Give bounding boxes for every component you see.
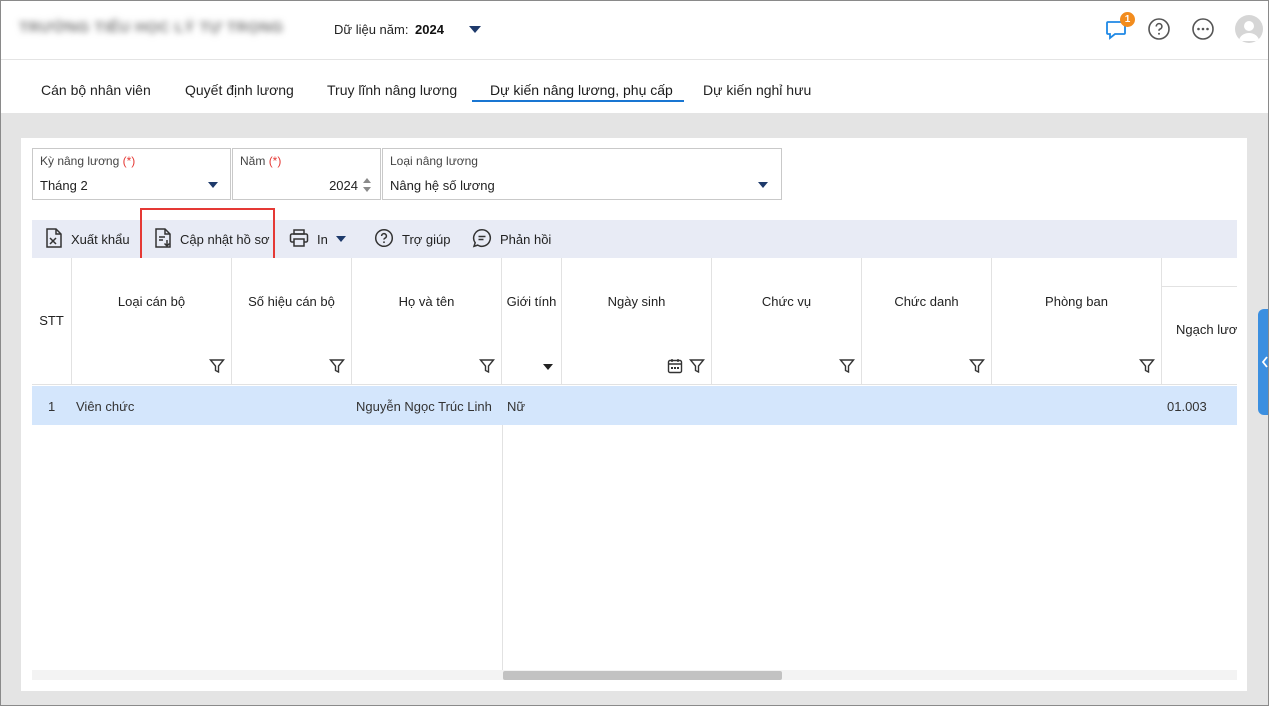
feedback-label: Phản hồi bbox=[500, 231, 552, 247]
period-value: Tháng 2 bbox=[40, 178, 88, 193]
table-row[interactable]: 1 Viên chức Nguyễn Ngọc Trúc Linh Nữ 01.… bbox=[32, 386, 1237, 425]
update-profile-label: Cập nhật hồ sơ bbox=[180, 231, 270, 247]
data-grid: STT Loại cán bộ Số hiệu cán bộ Họ và tên… bbox=[32, 258, 1237, 680]
document-update-icon bbox=[154, 227, 172, 251]
help-circle-icon bbox=[374, 228, 394, 251]
year-selector-value[interactable]: 2024 bbox=[415, 22, 444, 37]
user-avatar[interactable] bbox=[1235, 15, 1263, 43]
column-header-ngach-luong[interactable]: Ngạch lươ bbox=[1162, 258, 1237, 385]
column-header-so-hieu-can-bo[interactable]: Số hiệu cán bộ bbox=[232, 258, 352, 385]
header-divider bbox=[32, 384, 1237, 385]
column-header-ngay-sinh[interactable]: Ngày sinh bbox=[562, 258, 712, 385]
top-header: TRƯỜNG TIỂU HỌC LÝ TỰ TRỌNG Dữ liệu năm:… bbox=[1, 1, 1268, 59]
cell-ngach-luong: 01.003 bbox=[1167, 399, 1207, 414]
scrollbar-thumb[interactable] bbox=[503, 671, 782, 680]
tab-du-kien-nghi-huu[interactable]: Dự kiến nghỉ hưu bbox=[703, 82, 811, 98]
help-icon[interactable] bbox=[1147, 17, 1171, 41]
tab-bar: Cán bộ nhân viên Quyết định lương Truy l… bbox=[1, 59, 1268, 113]
print-label: In bbox=[317, 231, 328, 247]
column-header-stt: STT bbox=[32, 258, 72, 385]
spinner-icon[interactable] bbox=[362, 176, 372, 194]
app-window: TRƯỜNG TIỂU HỌC LÝ TỰ TRỌNG Dữ liệu năm:… bbox=[0, 0, 1269, 706]
excel-export-icon bbox=[45, 227, 63, 251]
chevron-down-icon[interactable] bbox=[208, 182, 218, 188]
export-button[interactable]: Xuất khẩu bbox=[45, 220, 130, 258]
cell-gioi-tinh: Nữ bbox=[507, 399, 526, 414]
required-mark: (*) bbox=[122, 154, 136, 168]
column-header-ho-va-ten[interactable]: Họ và tên bbox=[352, 258, 502, 385]
feedback-icon bbox=[472, 228, 492, 251]
chevron-down-icon[interactable] bbox=[543, 364, 553, 370]
year-label: Dữ liệu năm: bbox=[334, 22, 409, 37]
export-label: Xuất khẩu bbox=[71, 231, 130, 247]
feedback-button[interactable]: Phản hồi bbox=[472, 220, 551, 258]
toolbar: Xuất khẩu Cập nhật hồ sơ In Trợ giúp Phả… bbox=[32, 220, 1237, 258]
period-select[interactable]: Kỳ nâng lương (*) Tháng 2 bbox=[32, 148, 231, 200]
printer-icon bbox=[289, 228, 309, 250]
help-label: Trợ giúp bbox=[402, 231, 451, 247]
filter-icon[interactable] bbox=[1139, 358, 1155, 377]
more-icon[interactable] bbox=[1191, 17, 1215, 41]
filter-icon[interactable] bbox=[689, 358, 705, 377]
column-header-gioi-tinh[interactable]: Giới tính bbox=[502, 258, 562, 385]
salary-type-select[interactable]: Loại nâng lương Nâng hệ số lương bbox=[382, 148, 782, 200]
filter-icon[interactable] bbox=[209, 358, 225, 377]
salary-type-value: Nâng hệ số lương bbox=[390, 178, 495, 193]
cell-stt: 1 bbox=[48, 399, 56, 414]
print-button[interactable]: In bbox=[289, 220, 346, 258]
calendar-icon[interactable] bbox=[667, 358, 683, 377]
group-header-divider bbox=[1162, 286, 1237, 287]
column-header-chuc-vu[interactable]: Chức vụ bbox=[712, 258, 862, 385]
notification-badge: 1 bbox=[1120, 12, 1135, 27]
year-field-label: Năm bbox=[240, 154, 266, 168]
help-button[interactable]: Trợ giúp bbox=[374, 220, 451, 258]
active-tab-indicator bbox=[472, 100, 684, 102]
cell-ho-ten: Nguyễn Ngọc Trúc Linh bbox=[356, 399, 492, 414]
cell-loai-can-bo: Viên chức bbox=[76, 399, 135, 414]
tab-du-kien-nang-luong[interactable]: Dự kiến nâng lương, phụ cấp bbox=[490, 82, 673, 98]
required-mark: (*) bbox=[268, 154, 282, 168]
filter-icon[interactable] bbox=[479, 358, 495, 377]
chevron-down-icon[interactable] bbox=[758, 182, 768, 188]
column-header-loai-can-bo[interactable]: Loại cán bộ bbox=[72, 258, 232, 385]
chevron-down-icon bbox=[335, 236, 346, 242]
year-field[interactable]: Năm (*) 2024 bbox=[232, 148, 381, 200]
filter-icon[interactable] bbox=[969, 358, 985, 377]
filter-icon[interactable] bbox=[329, 358, 345, 377]
tab-truy-linh-nang-luong[interactable]: Truy lĩnh nâng lương bbox=[327, 82, 457, 98]
chevron-down-icon[interactable] bbox=[469, 26, 481, 33]
year-field-value: 2024 bbox=[329, 178, 358, 193]
chevron-left-icon bbox=[1261, 356, 1268, 371]
column-header-phong-ban[interactable]: Phòng ban bbox=[992, 258, 1162, 385]
tab-quyet-dinh-luong[interactable]: Quyết định lương bbox=[185, 82, 294, 98]
update-profile-button[interactable]: Cập nhật hồ sơ bbox=[154, 220, 269, 258]
tab-can-bo-nhan-vien[interactable]: Cán bộ nhân viên bbox=[41, 82, 151, 98]
salary-type-label: Loại nâng lương bbox=[390, 154, 478, 168]
frozen-column-divider bbox=[502, 425, 503, 680]
period-label: Kỳ nâng lương bbox=[40, 154, 120, 168]
filter-icon[interactable] bbox=[839, 358, 855, 377]
column-header-chuc-danh[interactable]: Chức danh bbox=[862, 258, 992, 385]
side-panel-toggle[interactable] bbox=[1258, 309, 1268, 415]
school-name: TRƯỜNG TIỂU HỌC LÝ TỰ TRỌNG bbox=[19, 19, 284, 36]
